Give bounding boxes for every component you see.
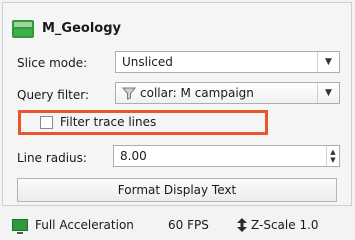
chevron-down-icon[interactable]: ▼	[317, 83, 339, 103]
fps-status: 60 FPS	[168, 218, 209, 232]
query-filter-value: collar: M campaign	[140, 86, 254, 100]
layer-title: M_Geology	[42, 21, 122, 36]
query-filter-label: Query filter:	[17, 88, 90, 102]
slice-mode-value: Unsliced	[122, 55, 173, 69]
spin-arrows-icon[interactable]: ▲ ▼	[326, 146, 339, 166]
filter-trace-lines-label[interactable]: Filter trace lines	[60, 115, 156, 129]
geology-layer-icon	[12, 20, 34, 38]
line-radius-label: Line radius:	[17, 151, 87, 165]
z-scale-status[interactable]: Z-Scale 1.0	[251, 218, 319, 232]
filter-trace-lines-checkbox[interactable]	[40, 116, 53, 129]
format-display-text-label: Format Display Text	[117, 183, 237, 197]
query-filter-select[interactable]: collar: M campaign ▼	[115, 82, 340, 104]
line-radius-value: 8.00	[120, 149, 147, 163]
filter-funnel-icon	[122, 87, 136, 100]
format-display-text-button[interactable]: Format Display Text	[17, 178, 337, 202]
acceleration-status: Full Acceleration	[35, 218, 134, 232]
display-icon	[12, 219, 28, 234]
slice-mode-label: Slice mode:	[17, 56, 88, 70]
z-scale-icon	[237, 218, 247, 232]
slice-mode-select[interactable]: Unsliced ▼	[115, 51, 340, 73]
chevron-down-icon[interactable]: ▼	[317, 52, 339, 72]
line-radius-spinbox[interactable]: 8.00 ▲ ▼	[113, 145, 340, 167]
